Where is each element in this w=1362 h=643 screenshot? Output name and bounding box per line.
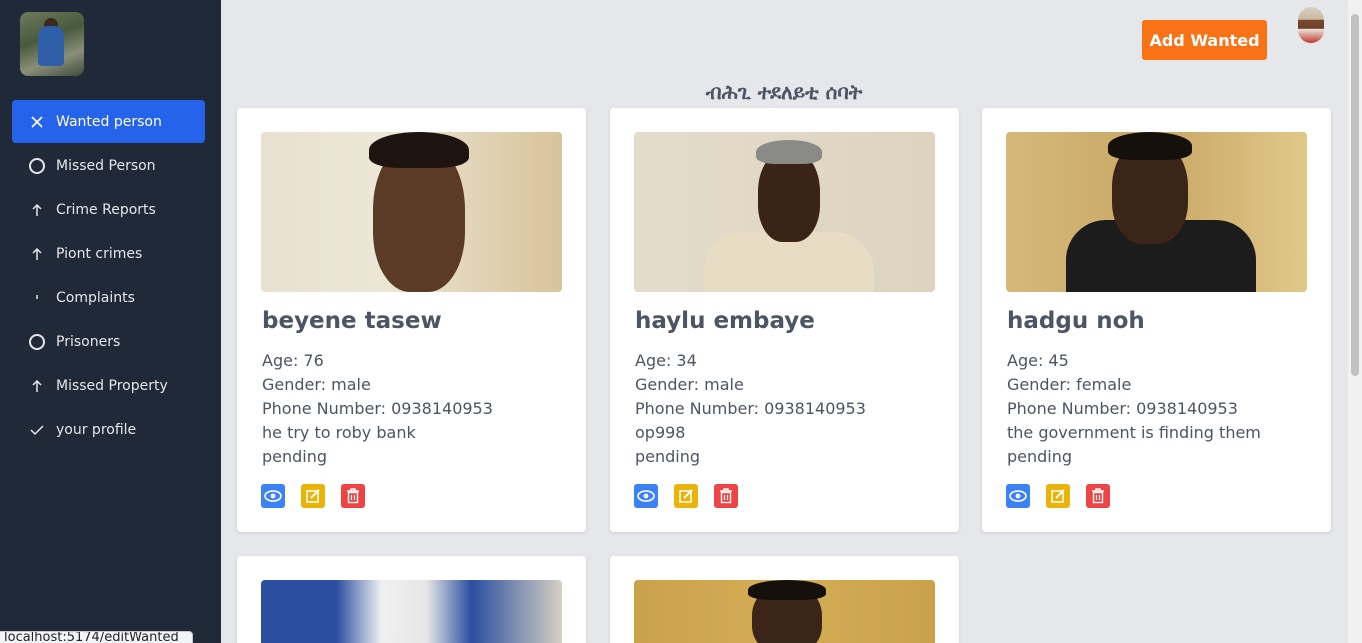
sidebar-item-label: Crime Reports [56, 201, 156, 218]
person-name: beyene tasew [262, 308, 442, 334]
circle-icon [28, 157, 46, 175]
sidebar-item-wanted-person[interactable]: Wanted person [12, 100, 205, 143]
person-description: he try to roby bank [262, 423, 416, 442]
avatar[interactable] [1298, 7, 1324, 43]
sidebar-item-label: Piont crimes [56, 245, 143, 262]
add-wanted-button[interactable]: Add Wanted [1142, 20, 1267, 60]
wanted-card: beyene tasew Age: 76 Gender: male Phone … [237, 108, 586, 532]
person-age: Age: 34 [635, 351, 697, 370]
person-age: Age: 76 [262, 351, 324, 370]
sidebar-item-crime-reports[interactable]: Crime Reports [12, 188, 205, 231]
close-icon [28, 113, 46, 131]
sidebar-item-label: Wanted person [56, 113, 162, 130]
person-name: hadgu noh [1007, 308, 1145, 334]
edit-icon[interactable] [1046, 484, 1070, 508]
view-icon[interactable] [261, 484, 285, 508]
edit-icon[interactable] [301, 484, 325, 508]
circle-icon [28, 333, 46, 351]
person-gender: Gender: male [262, 375, 371, 394]
person-photo [261, 580, 562, 643]
person-gender: Gender: male [635, 375, 744, 394]
person-gender: Gender: female [1007, 375, 1132, 394]
sidebar-menu: Wanted person Missed Person Crime Report… [12, 100, 205, 452]
edit-icon[interactable] [674, 484, 698, 508]
person-status: pending [1007, 447, 1073, 466]
arrow-up-icon [28, 201, 46, 219]
person-phone: Phone Number: 0938140953 [635, 399, 866, 418]
wanted-card [610, 556, 959, 643]
sidebar-item-label: Complaints [56, 289, 135, 306]
sidebar-item-missed-property[interactable]: Missed Property [12, 364, 205, 407]
wanted-card [237, 556, 586, 643]
view-icon[interactable] [1006, 484, 1030, 508]
card-actions [1006, 484, 1110, 508]
sidebar-item-complaints[interactable]: Complaints [12, 276, 205, 319]
person-description: the government is finding them [1007, 423, 1261, 442]
tick-mark-icon [28, 289, 46, 307]
view-icon[interactable] [634, 484, 658, 508]
sidebar-item-piont-crimes[interactable]: Piont crimes [12, 232, 205, 275]
person-phone: Phone Number: 0938140953 [262, 399, 493, 418]
status-url: localhost:5174/editWanted [0, 631, 193, 643]
sidebar-item-label: your profile [56, 421, 137, 438]
user-photo-logo [20, 12, 84, 76]
person-photo [1006, 132, 1307, 292]
sidebar-item-prisoners[interactable]: Prisoners [12, 320, 205, 363]
wanted-card: hadgu noh Age: 45 Gender: female Phone N… [982, 108, 1331, 532]
page-title: ብሕጊ ተደለይቲ ሰባት [705, 80, 863, 104]
person-phone: Phone Number: 0938140953 [1007, 399, 1238, 418]
delete-icon[interactable] [1086, 484, 1110, 508]
person-age: Age: 45 [1007, 351, 1069, 370]
sidebar-item-missed-person[interactable]: Missed Person [12, 144, 205, 187]
person-photo [634, 132, 935, 292]
arrow-up-icon [28, 377, 46, 395]
person-status: pending [262, 447, 328, 466]
card-actions [261, 484, 365, 508]
delete-icon[interactable] [714, 484, 738, 508]
sidebar-item-label: Missed Person [56, 157, 156, 174]
person-name: haylu embaye [635, 308, 815, 334]
person-status: pending [635, 447, 701, 466]
delete-icon[interactable] [341, 484, 365, 508]
sidebar-item-label: Missed Property [56, 377, 168, 394]
sidebar: Wanted person Missed Person Crime Report… [0, 0, 221, 643]
sidebar-item-your-profile[interactable]: your profile [12, 408, 205, 451]
sidebar-item-label: Prisoners [56, 333, 121, 350]
scrollbar-thumb[interactable] [1351, 14, 1359, 376]
person-description: op998 [635, 423, 686, 442]
person-photo [261, 132, 562, 292]
check-icon [28, 421, 46, 439]
card-actions [634, 484, 738, 508]
page-scrollbar[interactable] [1348, 0, 1362, 643]
wanted-card: haylu embaye Age: 34 Gender: male Phone … [610, 108, 959, 532]
person-photo [634, 580, 935, 643]
arrow-up-icon [28, 245, 46, 263]
